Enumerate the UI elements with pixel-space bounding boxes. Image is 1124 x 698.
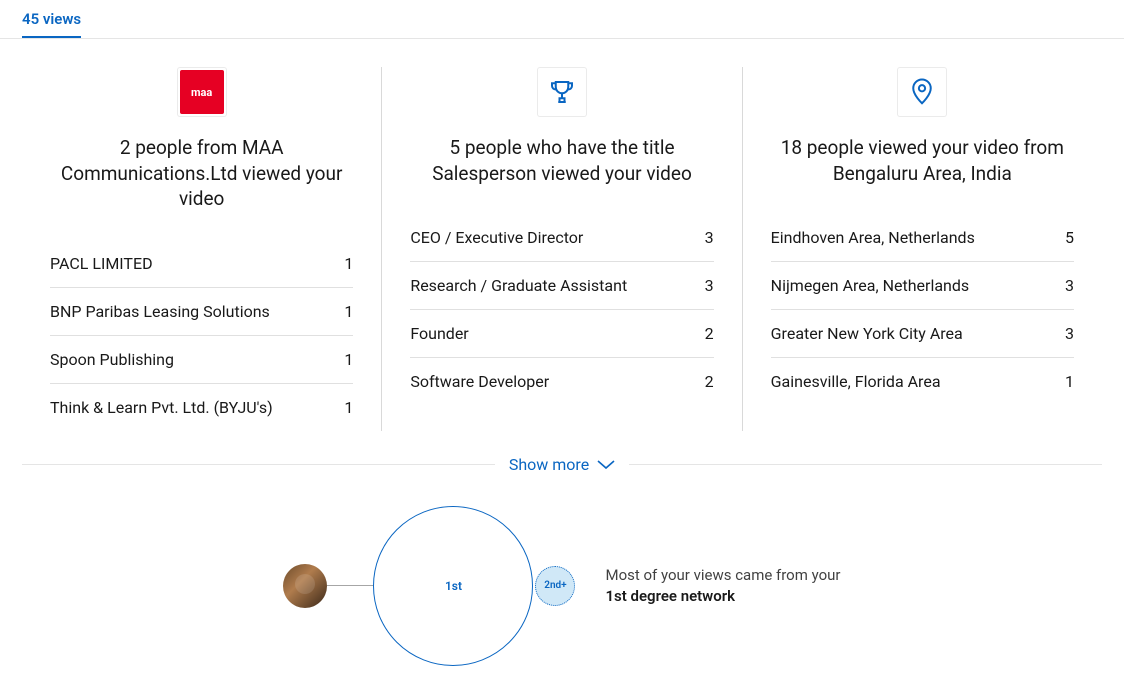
list-item[interactable]: CEO / Executive Director 3 xyxy=(410,214,713,262)
company-list: PACL LIMITED 1 BNP Paribas Leasing Solut… xyxy=(50,240,353,431)
item-value: 5 xyxy=(1065,228,1074,247)
item-label: Founder xyxy=(410,324,704,343)
item-value: 2 xyxy=(705,324,714,343)
second-degree-label: 2nd+ xyxy=(544,580,566,591)
item-label: Spoon Publishing xyxy=(50,350,344,369)
show-more-row: Show more xyxy=(22,455,1102,474)
item-label: Research / Graduate Assistant xyxy=(410,276,704,295)
item-value: 1 xyxy=(344,350,353,369)
list-item[interactable]: BNP Paribas Leasing Solutions 1 xyxy=(50,288,353,336)
divider xyxy=(22,464,495,465)
network-text-prefix: Most of your views came from your xyxy=(605,566,840,584)
tabs-bar: 45 views xyxy=(0,0,1124,39)
item-value: 3 xyxy=(1065,276,1074,295)
item-value: 2 xyxy=(705,372,714,391)
list-item[interactable]: Greater New York City Area 3 xyxy=(771,310,1074,358)
avatar xyxy=(283,564,327,608)
list-item[interactable]: Eindhoven Area, Netherlands 5 xyxy=(771,214,1074,262)
item-value: 3 xyxy=(705,228,714,247)
trophy-icon xyxy=(537,67,587,117)
list-item[interactable]: Software Developer 2 xyxy=(410,358,713,405)
tab-views[interactable]: 45 views xyxy=(22,0,81,38)
analytics-panels: maa 2 people from MAA Communications.Ltd… xyxy=(22,39,1102,431)
item-label: CEO / Executive Director xyxy=(410,228,704,247)
show-more-label: Show more xyxy=(509,455,589,474)
chevron-down-icon xyxy=(597,455,615,474)
item-label: Gainesville, Florida Area xyxy=(771,372,1065,391)
list-item[interactable]: Spoon Publishing 1 xyxy=(50,336,353,384)
tab-views-label: 45 views xyxy=(22,10,81,28)
panel-title: 5 people who have the title Salesperson … xyxy=(381,67,742,431)
panel-company-heading: 2 people from MAA Communications.Ltd vie… xyxy=(50,135,353,212)
item-value: 1 xyxy=(344,302,353,321)
show-more-button[interactable]: Show more xyxy=(495,455,629,474)
list-item[interactable]: Think & Learn Pvt. Ltd. (BYJU's) 1 xyxy=(50,384,353,431)
item-label: BNP Paribas Leasing Solutions xyxy=(50,302,344,321)
item-label: Eindhoven Area, Netherlands xyxy=(771,228,1065,247)
first-degree-label: 1st xyxy=(445,579,462,593)
item-label: Nijmegen Area, Netherlands xyxy=(771,276,1065,295)
company-logo-icon: maa xyxy=(177,67,227,117)
list-item[interactable]: Nijmegen Area, Netherlands 3 xyxy=(771,262,1074,310)
panel-location: 18 people viewed your video from Bengalu… xyxy=(743,67,1102,431)
connector-line xyxy=(327,585,373,586)
item-value: 1 xyxy=(1065,372,1074,391)
item-label: Greater New York City Area xyxy=(771,324,1065,343)
list-item[interactable]: Founder 2 xyxy=(410,310,713,358)
divider xyxy=(629,464,1102,465)
maa-logo: maa xyxy=(180,70,224,114)
location-list: Eindhoven Area, Netherlands 5 Nijmegen A… xyxy=(771,214,1074,405)
network-text-bold: 1st degree network xyxy=(605,587,735,605)
panel-location-heading: 18 people viewed your video from Bengalu… xyxy=(771,135,1074,186)
list-item[interactable]: Gainesville, Florida Area 1 xyxy=(771,358,1074,405)
item-label: PACL LIMITED xyxy=(50,254,344,273)
network-text: Most of your views came from your 1st de… xyxy=(605,565,840,607)
item-label: Software Developer xyxy=(410,372,704,391)
item-label: Think & Learn Pvt. Ltd. (BYJU's) xyxy=(50,398,344,417)
network-section: 1st 2nd+ Most of your views came from yo… xyxy=(22,506,1102,686)
list-item[interactable]: Research / Graduate Assistant 3 xyxy=(410,262,713,310)
first-degree-circle: 1st xyxy=(373,506,533,666)
location-pin-icon xyxy=(897,67,947,117)
item-value: 3 xyxy=(705,276,714,295)
item-value: 1 xyxy=(344,254,353,273)
panel-company: maa 2 people from MAA Communications.Ltd… xyxy=(22,67,381,431)
title-list: CEO / Executive Director 3 Research / Gr… xyxy=(410,214,713,405)
list-item[interactable]: PACL LIMITED 1 xyxy=(50,240,353,288)
item-value: 1 xyxy=(344,398,353,417)
panel-title-heading: 5 people who have the title Salesperson … xyxy=(410,135,713,186)
item-value: 3 xyxy=(1065,324,1074,343)
second-degree-circle: 2nd+ xyxy=(535,566,575,606)
